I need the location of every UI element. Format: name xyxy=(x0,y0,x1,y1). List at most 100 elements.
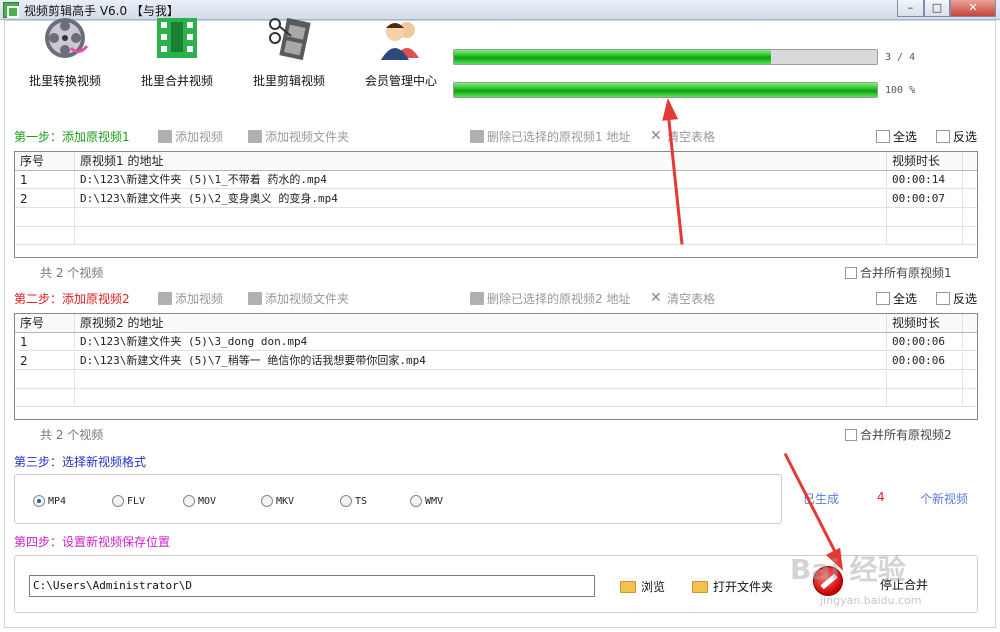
batch-merge-label: 批里合并视频 xyxy=(140,74,213,88)
step1-select-all-button[interactable]: 全选 xyxy=(876,128,917,145)
film-icon xyxy=(248,292,262,305)
document-icon xyxy=(876,130,890,143)
maximize-button[interactable]: □ xyxy=(924,0,950,17)
step2-select-all-button[interactable]: 全选 xyxy=(876,290,917,307)
members-icon xyxy=(377,14,425,62)
batch-merge-button[interactable]: 批里合并视频 xyxy=(122,14,232,94)
step1-add-folder-label: 添加视频文件夹 xyxy=(265,130,350,144)
film-icon xyxy=(158,130,172,143)
progress-text-files: 3 / 4 xyxy=(885,52,916,63)
step1-add-folder-button[interactable]: 添加视频文件夹 xyxy=(248,128,349,145)
step1-merge-checkbox[interactable]: 合并所有原视频1 xyxy=(845,264,952,281)
format-radio-mp4[interactable]: MP4 xyxy=(33,495,66,507)
format-label: FLV xyxy=(127,495,146,507)
step1-delete-button[interactable]: 删除已选择的原视频1 地址 xyxy=(470,128,630,145)
format-label: TS xyxy=(355,495,368,507)
video-path: D:\123\新建文件夹 (5)\2_变身奥义 的变身.mp4 xyxy=(75,190,887,207)
generated-suffix: 个新视频 xyxy=(920,492,969,506)
table-header: 序号 原视频2 的地址 视频时长 xyxy=(15,314,977,333)
column-header[interactable]: 序号 xyxy=(15,314,75,332)
step2-invert-button[interactable]: 反选 xyxy=(936,290,977,307)
step2-add-folder-button[interactable]: 添加视频文件夹 xyxy=(248,290,349,307)
document-icon xyxy=(936,130,950,143)
format-label: MOV xyxy=(198,495,217,507)
step1-table[interactable]: 序号 原视频1 的地址 视频时长 1 D:\123\新建文件夹 (5)\1_不带… xyxy=(14,151,978,258)
film-icon xyxy=(470,292,484,305)
checkbox-icon xyxy=(845,266,857,279)
batch-edit-button[interactable]: 批里剪辑视频 xyxy=(234,14,344,94)
column-header[interactable]: 原视频1 的地址 xyxy=(75,152,887,170)
film-icon xyxy=(158,292,172,305)
format-radio-mov[interactable]: MOV xyxy=(183,495,216,507)
step2-invert-label: 反选 xyxy=(953,292,978,306)
format-label: WMV xyxy=(425,495,444,507)
column-header[interactable]: 视频时长 xyxy=(887,314,963,332)
video-duration: 00:00:06 xyxy=(887,352,963,369)
folder-icon xyxy=(620,580,636,593)
close-button[interactable]: ✕ xyxy=(950,0,996,17)
step2-add-folder-label: 添加视频文件夹 xyxy=(265,292,350,306)
checkbox-icon xyxy=(845,428,857,441)
video-duration: 00:00:07 xyxy=(887,190,963,207)
radio-icon xyxy=(33,495,45,507)
step2-merge-label: 合并所有原视频2 xyxy=(860,428,952,442)
close-icon: ✕ xyxy=(650,290,662,306)
film-icon xyxy=(470,130,484,143)
table-row[interactable]: 2 D:\123\新建文件夹 (5)\7_稍等一 绝信你的话我想要带你回家.mp… xyxy=(15,352,977,370)
step2-delete-button[interactable]: 删除已选择的原视频2 地址 xyxy=(470,290,630,307)
format-radio-mkv[interactable]: MKV xyxy=(261,495,294,507)
row-index: 1 xyxy=(15,171,75,188)
video-path: D:\123\新建文件夹 (5)\1_不带着 药水的.mp4 xyxy=(75,171,887,188)
scissors-film-icon xyxy=(265,14,313,62)
step2-delete-label: 删除已选择的原视频2 地址 xyxy=(487,292,631,306)
row-index: 1 xyxy=(15,333,75,350)
table-row-empty xyxy=(15,371,977,389)
step1-label: 第一步：添加原视频1 xyxy=(14,130,130,144)
table-row[interactable]: 2 D:\123\新建文件夹 (5)\2_变身奥义 的变身.mp4 00:00:… xyxy=(15,190,977,208)
step1-invert-label: 反选 xyxy=(953,130,978,144)
step2-table[interactable]: 序号 原视频2 的地址 视频时长 1 D:\123\新建文件夹 (5)\3_do… xyxy=(14,313,978,420)
column-header[interactable]: 序号 xyxy=(15,152,75,170)
column-header[interactable]: 原视频2 的地址 xyxy=(75,314,887,332)
step2-merge-checkbox[interactable]: 合并所有原视频2 xyxy=(845,426,952,443)
format-radio-ts[interactable]: TS xyxy=(340,495,367,507)
format-radio-wmv[interactable]: WMV xyxy=(410,495,443,507)
close-icon: ✕ xyxy=(650,128,662,144)
step2-clear-label: 清空表格 xyxy=(667,292,716,306)
batch-edit-label: 批里剪辑视频 xyxy=(252,74,325,88)
step1-add-video-label: 添加视频 xyxy=(175,130,224,144)
annotation-arrowhead xyxy=(659,97,679,121)
video-duration: 00:00:06 xyxy=(887,333,963,350)
format-radio-flv[interactable]: FLV xyxy=(112,495,145,507)
step1-invert-button[interactable]: 反选 xyxy=(936,128,977,145)
radio-icon xyxy=(183,495,195,507)
browse-label: 浏览 xyxy=(641,580,666,594)
format-label: MKV xyxy=(276,495,295,507)
save-path-input[interactable]: C:\Users\Administrator\D xyxy=(29,575,595,597)
open-folder-button[interactable]: 打开文件夹 xyxy=(692,578,773,595)
table-row[interactable]: 1 D:\123\新建文件夹 (5)\3_dong don.mp4 00:00:… xyxy=(15,333,977,351)
film-reel-icon xyxy=(41,14,89,62)
step1-add-video-button[interactable]: 添加视频 xyxy=(158,128,223,145)
radio-icon xyxy=(410,495,422,507)
batch-convert-button[interactable]: 批里转换视频 xyxy=(10,14,120,94)
progress-fill-total xyxy=(454,83,877,97)
table-row-empty xyxy=(15,227,977,245)
table-row-empty xyxy=(15,209,977,227)
document-icon xyxy=(876,292,890,305)
step4-label: 第四步：设置新视频保存位置 xyxy=(14,535,171,549)
step3-label: 第三步：选择新视频格式 xyxy=(14,455,147,469)
minimize-button[interactable]: – xyxy=(897,0,924,17)
column-header[interactable]: 视频时长 xyxy=(887,152,963,170)
progress-bar-total xyxy=(453,82,878,98)
progress-fill-files xyxy=(454,50,772,64)
table-header: 序号 原视频1 的地址 视频时长 xyxy=(15,152,977,171)
step2-add-video-button[interactable]: 添加视频 xyxy=(158,290,223,307)
step2-clear-button[interactable]: ✕ 清空表格 xyxy=(650,290,715,307)
step1-clear-button[interactable]: ✕ 清空表格 xyxy=(650,128,715,145)
step2-add-video-label: 添加视频 xyxy=(175,292,224,306)
table-row[interactable]: 1 D:\123\新建文件夹 (5)\1_不带着 药水的.mp4 00:00:1… xyxy=(15,171,977,189)
browse-button[interactable]: 浏览 xyxy=(620,578,665,595)
batch-convert-label: 批里转换视频 xyxy=(28,74,101,88)
member-center-button[interactable]: 会员管理中心 xyxy=(346,14,456,94)
